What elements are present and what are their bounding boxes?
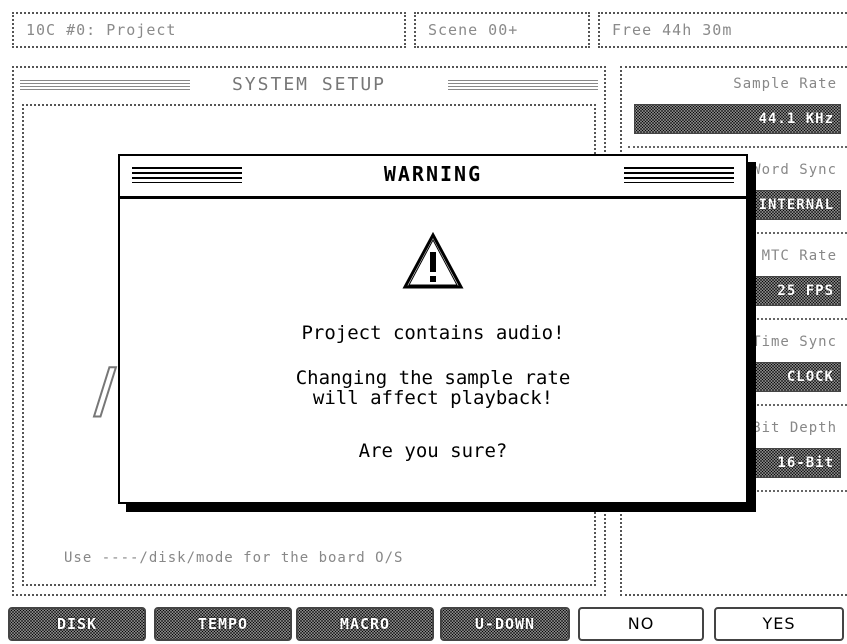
param-value[interactable]: 44.1 KHz (634, 104, 841, 134)
panel-title-row: SYSTEM SETUP (20, 74, 598, 98)
param-label: Time Sync (752, 334, 837, 350)
disk-button[interactable]: DISK (8, 607, 146, 641)
macro-button[interactable]: MACRO (296, 607, 434, 641)
tempo-button[interactable]: TEMPO (154, 607, 292, 641)
param-label: Bit Depth (752, 420, 837, 436)
no-button[interactable]: NO (578, 607, 704, 641)
dialog-question: Are you sure? (358, 440, 508, 462)
dialog-body: Project contains audio! Changing the sam… (120, 200, 746, 502)
warning-triangle-icon (402, 232, 464, 289)
param-sample-rate[interactable]: Sample Rate 44.1 KHz (628, 68, 847, 148)
free-space-field: Free 44h 30m (598, 12, 847, 48)
scene-field: Scene 00+ (414, 12, 590, 48)
dialog-message-line-1: Project contains audio! (301, 322, 565, 344)
param-label: MTC Rate (761, 248, 837, 264)
titlebar-stripes-right (624, 167, 734, 183)
panel-title: SYSTEM SETUP (221, 74, 397, 95)
project-field: 10C #0: Project (12, 12, 406, 48)
dialog-message-line-3: will affect playback! (312, 387, 554, 409)
warning-dialog: WARNING Project contains audio! Changing… (118, 154, 748, 504)
dialog-titlebar: WARNING (120, 156, 746, 199)
param-label: Word Sync (752, 162, 837, 178)
undo-button[interactable]: U-DOWN (440, 607, 570, 641)
background-logo-slash-left: / (93, 355, 117, 427)
dialog-message-line-2: Changing the sample rate (295, 367, 571, 389)
setup-hint-text: Use ----/disk/mode for the board O/S (64, 550, 404, 566)
yes-button[interactable]: YES (714, 607, 844, 641)
param-label: Sample Rate (733, 76, 837, 92)
